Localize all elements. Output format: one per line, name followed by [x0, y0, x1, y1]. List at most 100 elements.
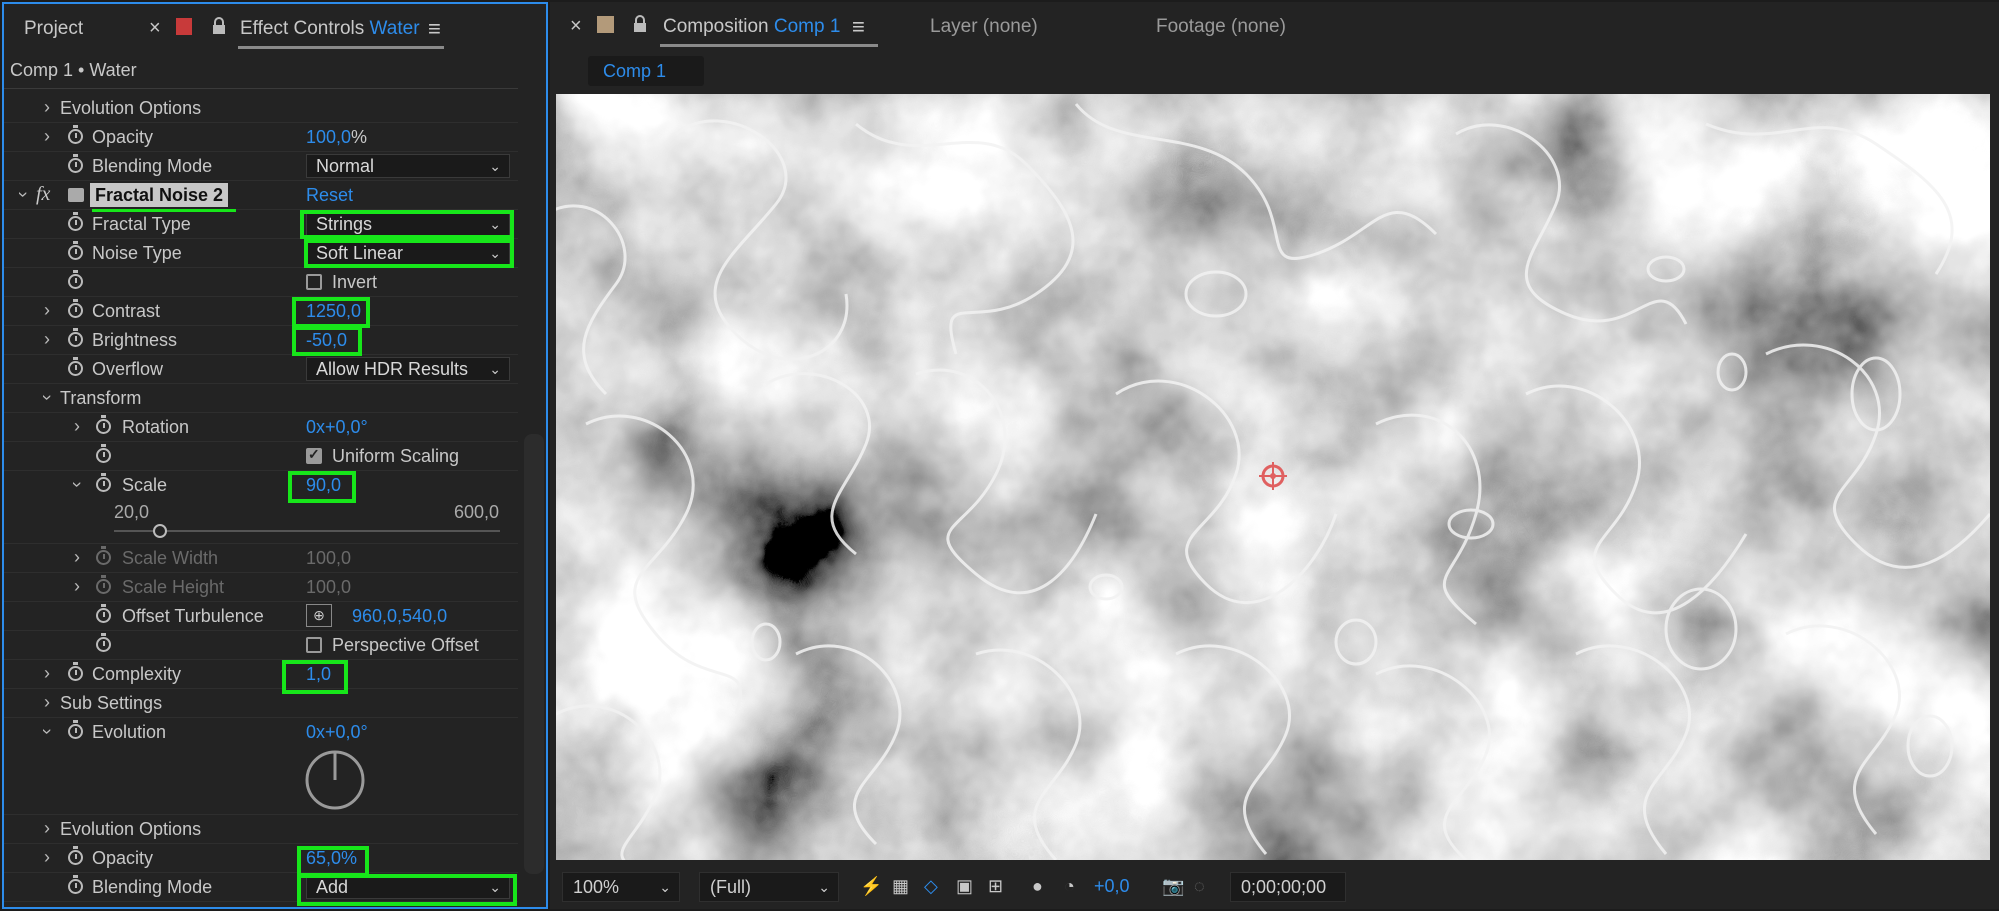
prop-label: Opacity	[92, 848, 154, 868]
stopwatch-icon[interactable]	[68, 125, 83, 144]
stopwatch-icon[interactable]	[96, 444, 111, 463]
exposure-value[interactable]: +0,0	[1094, 876, 1130, 897]
scale-height-value: 100,0	[306, 577, 352, 597]
lock-icon[interactable]	[211, 17, 227, 35]
panel-menu-icon[interactable]: ≡	[428, 16, 441, 42]
scale-value[interactable]: 90,0	[306, 475, 341, 496]
chevron-right-icon[interactable]: ›	[70, 576, 84, 597]
reset-link[interactable]: Reset	[306, 185, 353, 206]
chevron-right-icon[interactable]: ›	[40, 300, 54, 321]
row-offset-turbulence: Offset Turbulence ⊕ 960,0,540,0	[4, 602, 518, 631]
panel-menu-icon[interactable]: ≡	[852, 14, 865, 40]
stopwatch-icon[interactable]	[96, 415, 111, 434]
row-scale: › Scale 90,0	[4, 471, 518, 500]
chevron-right-icon[interactable]: ›	[40, 126, 54, 147]
chevron-right-icon[interactable]: ›	[40, 847, 54, 868]
composition-viewer[interactable]	[556, 94, 1990, 860]
evolution-value[interactable]: 0x+0,0°	[306, 722, 368, 743]
transparency-grid-icon[interactable]: ▦	[892, 876, 909, 897]
offset-turbulence-value[interactable]: 960,0,540,0	[352, 606, 447, 627]
stopwatch-icon[interactable]	[68, 328, 83, 347]
prop-label: Evolution Options	[60, 98, 202, 118]
stopwatch-icon[interactable]	[68, 212, 83, 231]
stopwatch-icon[interactable]	[68, 270, 83, 289]
invert-checkbox[interactable]	[306, 274, 322, 290]
stopwatch-icon[interactable]	[96, 473, 111, 492]
resolution-dropdown[interactable]: (Full) ⌄	[699, 872, 839, 902]
stopwatch-icon[interactable]	[96, 633, 111, 652]
uniform-scaling-checkbox[interactable]	[306, 446, 322, 464]
stopwatch-icon[interactable]	[68, 662, 83, 681]
overflow-dropdown[interactable]: Allow HDR Results ⌄	[306, 357, 510, 381]
scale-slider-track[interactable]	[114, 530, 500, 532]
stopwatch-icon[interactable]	[68, 357, 83, 376]
current-time-display[interactable]: 0;00;00;00	[1230, 872, 1346, 902]
complexity-value[interactable]: 1,0	[306, 664, 331, 685]
fast-previews-icon[interactable]: ⚡	[860, 876, 882, 897]
chevron-right-icon[interactable]: ›	[40, 97, 54, 118]
effect-name[interactable]: Fractal Noise 2	[90, 183, 229, 207]
rotation-value[interactable]: 0x+0,0°	[306, 417, 368, 438]
chevron-right-icon[interactable]: ›	[70, 547, 84, 568]
row-scale-slider: 20,0 600,0	[4, 500, 518, 544]
chevron-down-icon[interactable]: ›	[37, 725, 58, 739]
stopwatch-icon[interactable]	[68, 720, 83, 739]
uniform-scaling-label: Uniform Scaling	[332, 446, 460, 466]
perspective-offset-checkbox[interactable]	[306, 637, 322, 653]
comp-navigator-tab[interactable]: Comp 1	[588, 56, 704, 86]
tab-footage[interactable]: Footage (none)	[1156, 16, 1286, 38]
chevron-right-icon[interactable]: ›	[40, 329, 54, 350]
stopwatch-icon[interactable]	[68, 875, 83, 894]
reset-exposure-icon[interactable]: ◔	[1064, 876, 1075, 897]
stopwatch-icon[interactable]	[68, 299, 83, 318]
chevron-right-icon[interactable]: ›	[40, 663, 54, 684]
slider-max-label: 600,0	[454, 502, 500, 522]
grid-guides-icon[interactable]: ⊞	[988, 876, 1003, 897]
chevron-down-icon[interactable]: ›	[67, 478, 88, 492]
fx-toggle[interactable]: fx	[36, 183, 50, 206]
stopwatch-icon[interactable]	[96, 604, 111, 623]
opacity-2-value[interactable]: 65,0%	[306, 848, 357, 869]
opacity-1-value[interactable]: 100,0%	[306, 127, 367, 148]
noise-type-dropdown[interactable]: Soft Linear ⌄	[306, 241, 510, 265]
tab-layer[interactable]: Layer (none)	[930, 16, 1038, 38]
evolution-dial[interactable]	[304, 749, 366, 811]
prop-label: Contrast	[92, 301, 161, 321]
close-icon[interactable]: ×	[570, 15, 582, 38]
prop-label: Brightness	[92, 330, 178, 350]
row-blending-mode-1: Blending Mode Normal ⌄	[4, 152, 518, 181]
chevron-down-icon[interactable]: ›	[37, 391, 58, 405]
stopwatch-icon[interactable]	[68, 241, 83, 260]
snapshot-icon[interactable]: 📷	[1162, 876, 1184, 897]
blending-mode-1-dropdown[interactable]: Normal ⌄	[306, 154, 510, 178]
row-evolution-options-2: › Evolution Options	[4, 815, 518, 844]
prop-label: Fractal Type	[92, 214, 191, 234]
crosshair-icon[interactable]: ⊕	[306, 604, 332, 627]
channel-rgb-icon[interactable]: ●	[1032, 876, 1043, 897]
contrast-value[interactable]: 1250,0	[306, 301, 361, 322]
fractal-type-dropdown[interactable]: Strings ⌄	[306, 212, 510, 236]
stopwatch-icon[interactable]	[68, 846, 83, 865]
region-of-interest-icon[interactable]: ▣	[956, 876, 973, 897]
blending-mode-2-dropdown[interactable]: Add ⌄	[306, 875, 510, 899]
divider	[4, 88, 518, 89]
close-icon[interactable]: ×	[149, 17, 161, 40]
tab-composition[interactable]: Composition Comp 1	[663, 16, 840, 38]
scale-slider-thumb[interactable]	[153, 524, 168, 538]
row-perspective-offset: Perspective Offset	[4, 631, 518, 660]
chevron-down-icon[interactable]: ›	[13, 188, 34, 202]
zoom-dropdown[interactable]: 100% ⌄	[562, 872, 680, 902]
mask-visibility-icon[interactable]: ◇	[924, 876, 938, 897]
chevron-right-icon[interactable]: ›	[70, 416, 84, 437]
tab-project[interactable]: Project	[24, 18, 83, 40]
chevron-right-icon[interactable]: ›	[40, 692, 54, 713]
show-snapshot-icon[interactable]: ◌	[1194, 876, 1205, 897]
active-tab-underline	[238, 46, 444, 49]
stopwatch-icon[interactable]	[68, 154, 83, 173]
row-effect-header: › fx Fractal Noise 2 Reset	[4, 181, 518, 210]
tab-effect-controls[interactable]: Effect Controls Water	[240, 18, 420, 40]
lock-icon[interactable]	[632, 15, 648, 33]
chevron-right-icon[interactable]: ›	[40, 818, 54, 839]
scrollbar[interactable]	[524, 434, 544, 874]
brightness-value[interactable]: -50,0	[306, 330, 347, 351]
